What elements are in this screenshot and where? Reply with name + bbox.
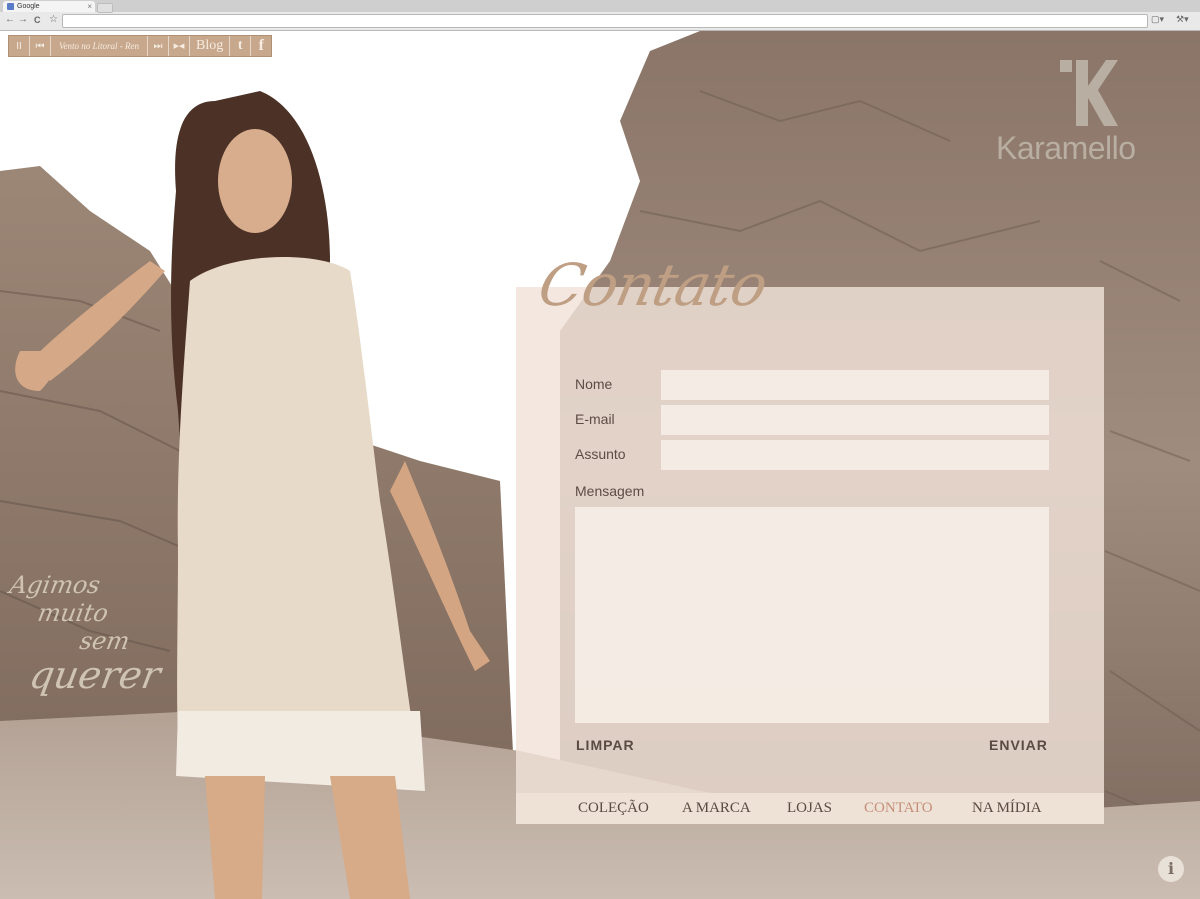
volume-icon[interactable]: ▶◀: [169, 36, 190, 56]
reload-icon[interactable]: C: [34, 14, 41, 26]
slogan-line: sem: [77, 627, 132, 655]
name-label: Nome: [575, 376, 613, 392]
music-player: II ⏮ Vento no Litoral - Ren ⏭ ▶◀ Blog t …: [8, 35, 273, 57]
brand-name: Karamello: [996, 130, 1136, 166]
slogan-line: Agimos: [7, 571, 103, 599]
subject-field[interactable]: [661, 440, 1049, 470]
twitter-icon[interactable]: t: [230, 36, 252, 56]
previous-track-button[interactable]: ⏮: [30, 36, 51, 56]
browser-toolbar: ← → C ☆ ▢▾ ⚒▾: [0, 12, 1200, 29]
message-label: Mensagem: [575, 483, 645, 499]
browser-chrome: Google × ← → C ☆ ▢▾ ⚒▾: [0, 0, 1200, 31]
forward-icon[interactable]: →: [18, 14, 28, 26]
send-button[interactable]: ENVIAR: [989, 737, 1048, 753]
star-icon[interactable]: ☆: [49, 14, 58, 26]
facebook-icon[interactable]: f: [251, 36, 271, 56]
nav-item-na-midia[interactable]: NA MÍDIA: [972, 800, 1042, 817]
slogan: Agimos muito sem querer: [7, 571, 190, 697]
message-field[interactable]: [575, 507, 1049, 723]
nav-item-lojas[interactable]: LOJAS: [787, 800, 832, 817]
wrench-icon[interactable]: ⚒▾: [1176, 14, 1189, 25]
subject-label: Assunto: [575, 446, 626, 462]
page: II ⏮ Vento no Litoral - Ren ⏭ ▶◀ Blog t …: [0, 31, 1200, 899]
name-field[interactable]: [661, 370, 1049, 400]
address-bar[interactable]: [62, 14, 1148, 28]
nav-item-a-marca[interactable]: A MARCA: [682, 800, 751, 817]
track-title: Vento no Litoral - Ren: [51, 36, 148, 56]
tab-strip: Google ×: [0, 0, 1200, 13]
slogan-line: querer: [26, 653, 164, 697]
clear-button[interactable]: LIMPAR: [576, 737, 635, 753]
favicon-icon: [7, 3, 14, 10]
close-icon[interactable]: ×: [87, 1, 92, 12]
next-track-button[interactable]: ⏭: [148, 36, 169, 56]
back-icon[interactable]: ←: [5, 14, 15, 26]
tab-title: Google: [17, 3, 40, 10]
page-menu-icon[interactable]: ▢▾: [1151, 14, 1164, 25]
email-label: E-mail: [575, 411, 615, 427]
karamello-logo-icon[interactable]: [1060, 60, 1118, 126]
blog-link[interactable]: Blog: [190, 36, 231, 56]
nav-item-contato[interactable]: CONTATO: [864, 800, 933, 817]
email-field[interactable]: [661, 405, 1049, 435]
page-title: Contato: [532, 251, 773, 319]
pause-button[interactable]: II: [9, 36, 30, 56]
slogan-line: muito: [35, 599, 111, 627]
nav-item-colecao[interactable]: COLEÇÃO: [578, 800, 649, 817]
browser-tab[interactable]: Google ×: [3, 1, 95, 12]
info-icon[interactable]: i: [1158, 856, 1184, 882]
